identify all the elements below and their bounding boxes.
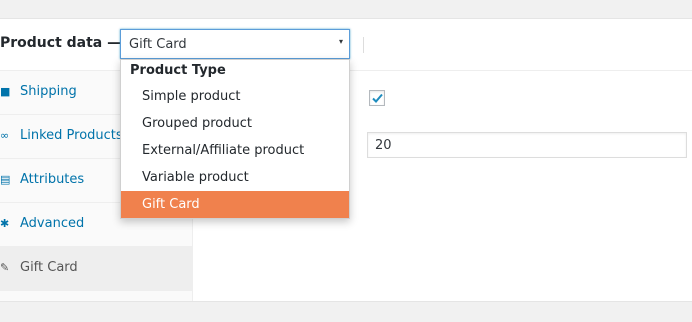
option-simple-product[interactable]: Simple product	[121, 83, 349, 110]
checkmark-icon	[372, 93, 383, 103]
option-external-affiliate-product[interactable]: External/Affiliate product	[121, 137, 349, 164]
product-type-select[interactable]: Gift Card ▾	[120, 29, 350, 59]
tab-shipping-label: Shipping	[20, 84, 77, 99]
chevron-down-icon: ▾	[338, 37, 343, 46]
header-divider	[363, 37, 364, 53]
truck-icon: ■	[0, 85, 11, 98]
product-type-select-value: Gift Card	[129, 37, 187, 52]
link-icon: ∞	[0, 129, 10, 142]
option-grouped-product[interactable]: Grouped product	[121, 110, 349, 137]
option-variable-product[interactable]: Variable product	[121, 164, 349, 191]
product-type-dropdown: Product Type Simple product Grouped prod…	[120, 59, 350, 219]
tab-linked-products-label: Linked Products	[20, 128, 123, 143]
tab-advanced-label: Advanced	[20, 216, 85, 231]
wrench-icon: ✎	[0, 261, 10, 274]
gift-card-checkbox[interactable]	[369, 90, 385, 106]
gear-icon: ✱	[0, 217, 10, 230]
gift-card-amount-input[interactable]	[367, 132, 687, 158]
tab-gift-card[interactable]: ✎ Gift Card	[0, 247, 192, 291]
list-icon: ▤	[0, 173, 11, 186]
tab-attributes-label: Attributes	[20, 172, 85, 187]
option-gift-card[interactable]: Gift Card	[121, 191, 349, 218]
product-data-label: Product data —	[0, 35, 122, 51]
dropdown-group-label: Product Type	[130, 63, 226, 78]
tab-gift-card-label: Gift Card	[20, 260, 78, 275]
